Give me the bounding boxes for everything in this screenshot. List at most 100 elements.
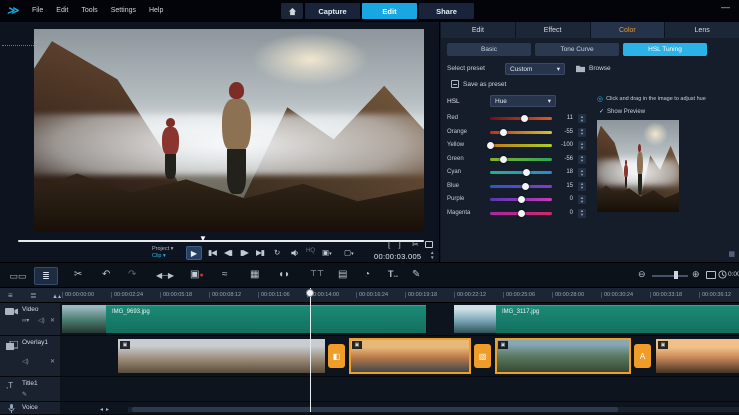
menu-edit[interactable]: Edit xyxy=(56,7,68,14)
record-capture-icon[interactable]: ▣● xyxy=(190,269,204,280)
multicam-icon[interactable]: ▦ xyxy=(250,269,259,280)
video-track-header[interactable]: Video ∞▾ ◁) ✕ xyxy=(0,303,60,336)
subtitle-icon[interactable]: ⊤⊤ xyxy=(310,269,324,278)
mute-icon[interactable]: ◁) xyxy=(38,317,45,324)
save-as-preset-button[interactable]: Save as preset xyxy=(451,80,506,88)
minimize-icon[interactable]: — xyxy=(721,2,730,12)
trim-icon[interactable]: ◀─▶ xyxy=(156,271,174,280)
clip-mode-label[interactable]: Clip ▾ xyxy=(152,253,166,259)
title-track-lane[interactable] xyxy=(60,377,739,402)
clip-thumbnail[interactable] xyxy=(454,305,496,333)
zoom-in-icon[interactable]: ⊕ xyxy=(692,269,700,280)
slider-stepper[interactable]: ▲▼ xyxy=(578,195,586,204)
tab-color[interactable]: Color xyxy=(591,22,665,38)
playhead-handle[interactable] xyxy=(306,289,314,297)
slider-track-yellow[interactable] xyxy=(490,144,552,147)
tab-edit[interactable]: Edit xyxy=(441,22,515,38)
video-clip[interactable]: IMG_3117.jpg xyxy=(496,305,739,333)
snapshot-button[interactable]: ▢▾ xyxy=(344,248,354,257)
overlay-track-lane[interactable]: ▣ ◧ ▣ ▧ ▣ A ▣ xyxy=(60,336,739,377)
slider-track-green[interactable] xyxy=(490,158,552,161)
zoom-out-icon[interactable]: ⊖ xyxy=(638,269,646,280)
home-button[interactable] xyxy=(281,3,303,19)
speech-bubble-icon[interactable]: ◖◗ xyxy=(278,269,290,280)
voice-track-header[interactable]: Voice xyxy=(0,402,60,415)
project-mode-label[interactable]: Project ▾ xyxy=(152,246,173,252)
slider-handle[interactable] xyxy=(500,156,507,163)
scroll-arrows[interactable]: ◂▸ xyxy=(100,406,112,413)
slider-stepper[interactable]: ▲▼ xyxy=(578,128,586,137)
slider-track-magenta[interactable] xyxy=(490,212,552,215)
edit-title-icon[interactable]: ✎ xyxy=(22,391,27,398)
subtab-tone-curve[interactable]: Tone Curve xyxy=(535,43,619,56)
slider-handle[interactable] xyxy=(522,183,529,190)
timecode-stepper[interactable]: ▲▼ xyxy=(430,251,434,260)
paint-tool-icon[interactable]: ✎ xyxy=(412,269,420,280)
slider-stepper[interactable]: ▲▼ xyxy=(578,182,586,191)
timeline-view-button[interactable]: ≣ xyxy=(34,267,58,285)
subtab-hsl-tuning[interactable]: HSL Tuning xyxy=(623,43,707,56)
slider-handle[interactable] xyxy=(521,115,528,122)
clip-thumbnail[interactable] xyxy=(62,305,106,333)
timeline-zoom-slider[interactable] xyxy=(652,275,688,277)
link-icon[interactable]: ∞▾ xyxy=(22,317,29,324)
video-clip[interactable]: IMG_9693.jpg xyxy=(106,305,426,333)
timeline-ruler[interactable]: ≡ ≣ ▲▴ 00:00:00:0000:00:02:2400:00:05:18… xyxy=(0,288,739,303)
title-tool-icon[interactable]: T₃₀ xyxy=(388,269,398,279)
slider-stepper[interactable]: ▲▼ xyxy=(578,155,586,164)
preview-viewport[interactable] xyxy=(34,29,424,232)
clock-icon[interactable] xyxy=(718,270,727,279)
split-clip-icon[interactable]: ✂ xyxy=(412,240,419,249)
fit-timeline-icon[interactable] xyxy=(706,271,716,279)
disable-track-icon[interactable]: ✕ xyxy=(50,358,55,365)
hsl-channel-dropdown[interactable]: Hue▾ xyxy=(490,95,556,107)
tab-lens[interactable]: Lens xyxy=(665,22,739,38)
slider-stepper[interactable]: ▲▼ xyxy=(578,141,586,150)
panel-corner-icon[interactable]: ▦ xyxy=(728,250,735,258)
go-start-button[interactable]: ▮◀ xyxy=(208,248,216,257)
menu-file[interactable]: File xyxy=(32,7,43,14)
play-button[interactable]: ▶ xyxy=(186,246,202,260)
zoom-slider-handle[interactable] xyxy=(674,271,678,279)
mark-in-out-icons[interactable]: [ ] xyxy=(388,240,404,249)
capture-frame-button[interactable]: ▣▾ xyxy=(322,248,332,257)
slider-handle[interactable] xyxy=(518,196,525,203)
transition-icon[interactable]: ▧ xyxy=(474,344,491,368)
slider-track-blue[interactable] xyxy=(490,185,552,188)
overlay-clip[interactable]: ▣ xyxy=(656,339,739,373)
add-track-icon[interactable]: ≣ xyxy=(30,291,37,300)
slider-stepper[interactable]: ▲▼ xyxy=(578,209,586,218)
overlay-track-header[interactable]: Overlay1 ◁) ✕ xyxy=(0,336,60,377)
menu-tools[interactable]: Tools xyxy=(81,7,97,14)
slider-track-cyan[interactable] xyxy=(490,171,552,174)
hq-playback-button[interactable]: HQ xyxy=(306,248,315,254)
transition-icon[interactable]: A xyxy=(634,344,651,368)
show-preview-toggle[interactable]: ✓ Show Preview xyxy=(599,108,645,115)
slider-track-purple[interactable] xyxy=(490,198,552,201)
slider-handle[interactable] xyxy=(500,129,507,136)
playback-scrubber[interactable] xyxy=(18,240,424,242)
undo-icon[interactable]: ↶ xyxy=(102,269,110,280)
enlarge-preview-icon[interactable] xyxy=(425,241,433,248)
slider-track-orange[interactable] xyxy=(490,131,552,134)
cut-icon[interactable]: ✂ xyxy=(74,269,82,280)
ripple-edit-icon[interactable]: ▲▴ xyxy=(52,293,61,300)
overlay-clip-selected[interactable]: ▣ xyxy=(350,339,470,373)
mode-tab-capture[interactable]: Capture xyxy=(305,3,360,19)
mute-icon[interactable]: ◁) xyxy=(22,358,29,365)
slider-stepper[interactable]: ▲▼ xyxy=(578,168,586,177)
hue-preview-thumbnail[interactable] xyxy=(597,120,679,212)
title-track-header[interactable]: ,T Title1 ✎ xyxy=(0,377,60,402)
volume-icon[interactable] xyxy=(290,249,299,257)
tab-effect[interactable]: Effect xyxy=(516,22,590,38)
track-manager-icon[interactable]: ≡ xyxy=(8,291,13,300)
disable-track-icon[interactable]: ✕ xyxy=(50,317,55,324)
browse-button[interactable]: Browse xyxy=(575,64,611,73)
loop-button[interactable]: ↻ xyxy=(274,248,279,257)
preset-dropdown[interactable]: Custom▾ xyxy=(505,63,565,75)
slider-track-red[interactable] xyxy=(490,117,552,120)
menu-help[interactable]: Help xyxy=(149,7,163,14)
slider-stepper[interactable]: ▲▼ xyxy=(578,114,586,123)
mode-tab-edit[interactable]: Edit xyxy=(362,3,417,19)
storyboard-view-button[interactable]: ▭▭ xyxy=(6,267,30,285)
